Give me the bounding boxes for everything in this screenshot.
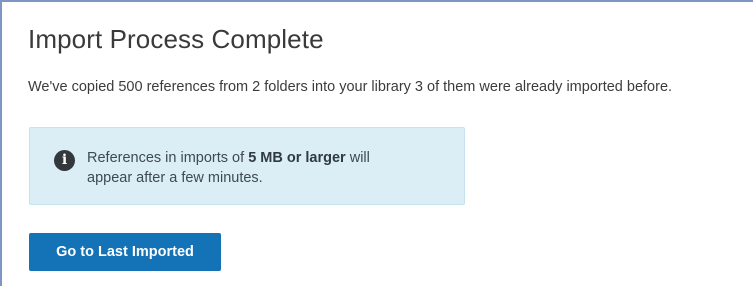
import-complete-panel: Import Process Complete We've copied 500… [0,0,753,286]
go-to-last-imported-button[interactable]: Go to Last Imported [29,233,221,271]
info-notice: i References in imports of 5 MB or large… [29,127,465,205]
page-title: Import Process Complete [28,24,324,54]
notice-size-threshold: 5 MB or larger [248,150,346,166]
info-icon: i [54,150,75,171]
import-summary-text: We've copied 500 references from 2 folde… [28,79,673,95]
notice-message: References in imports of 5 MB or larger … [87,148,417,188]
notice-text-before: References in imports of [87,150,249,166]
